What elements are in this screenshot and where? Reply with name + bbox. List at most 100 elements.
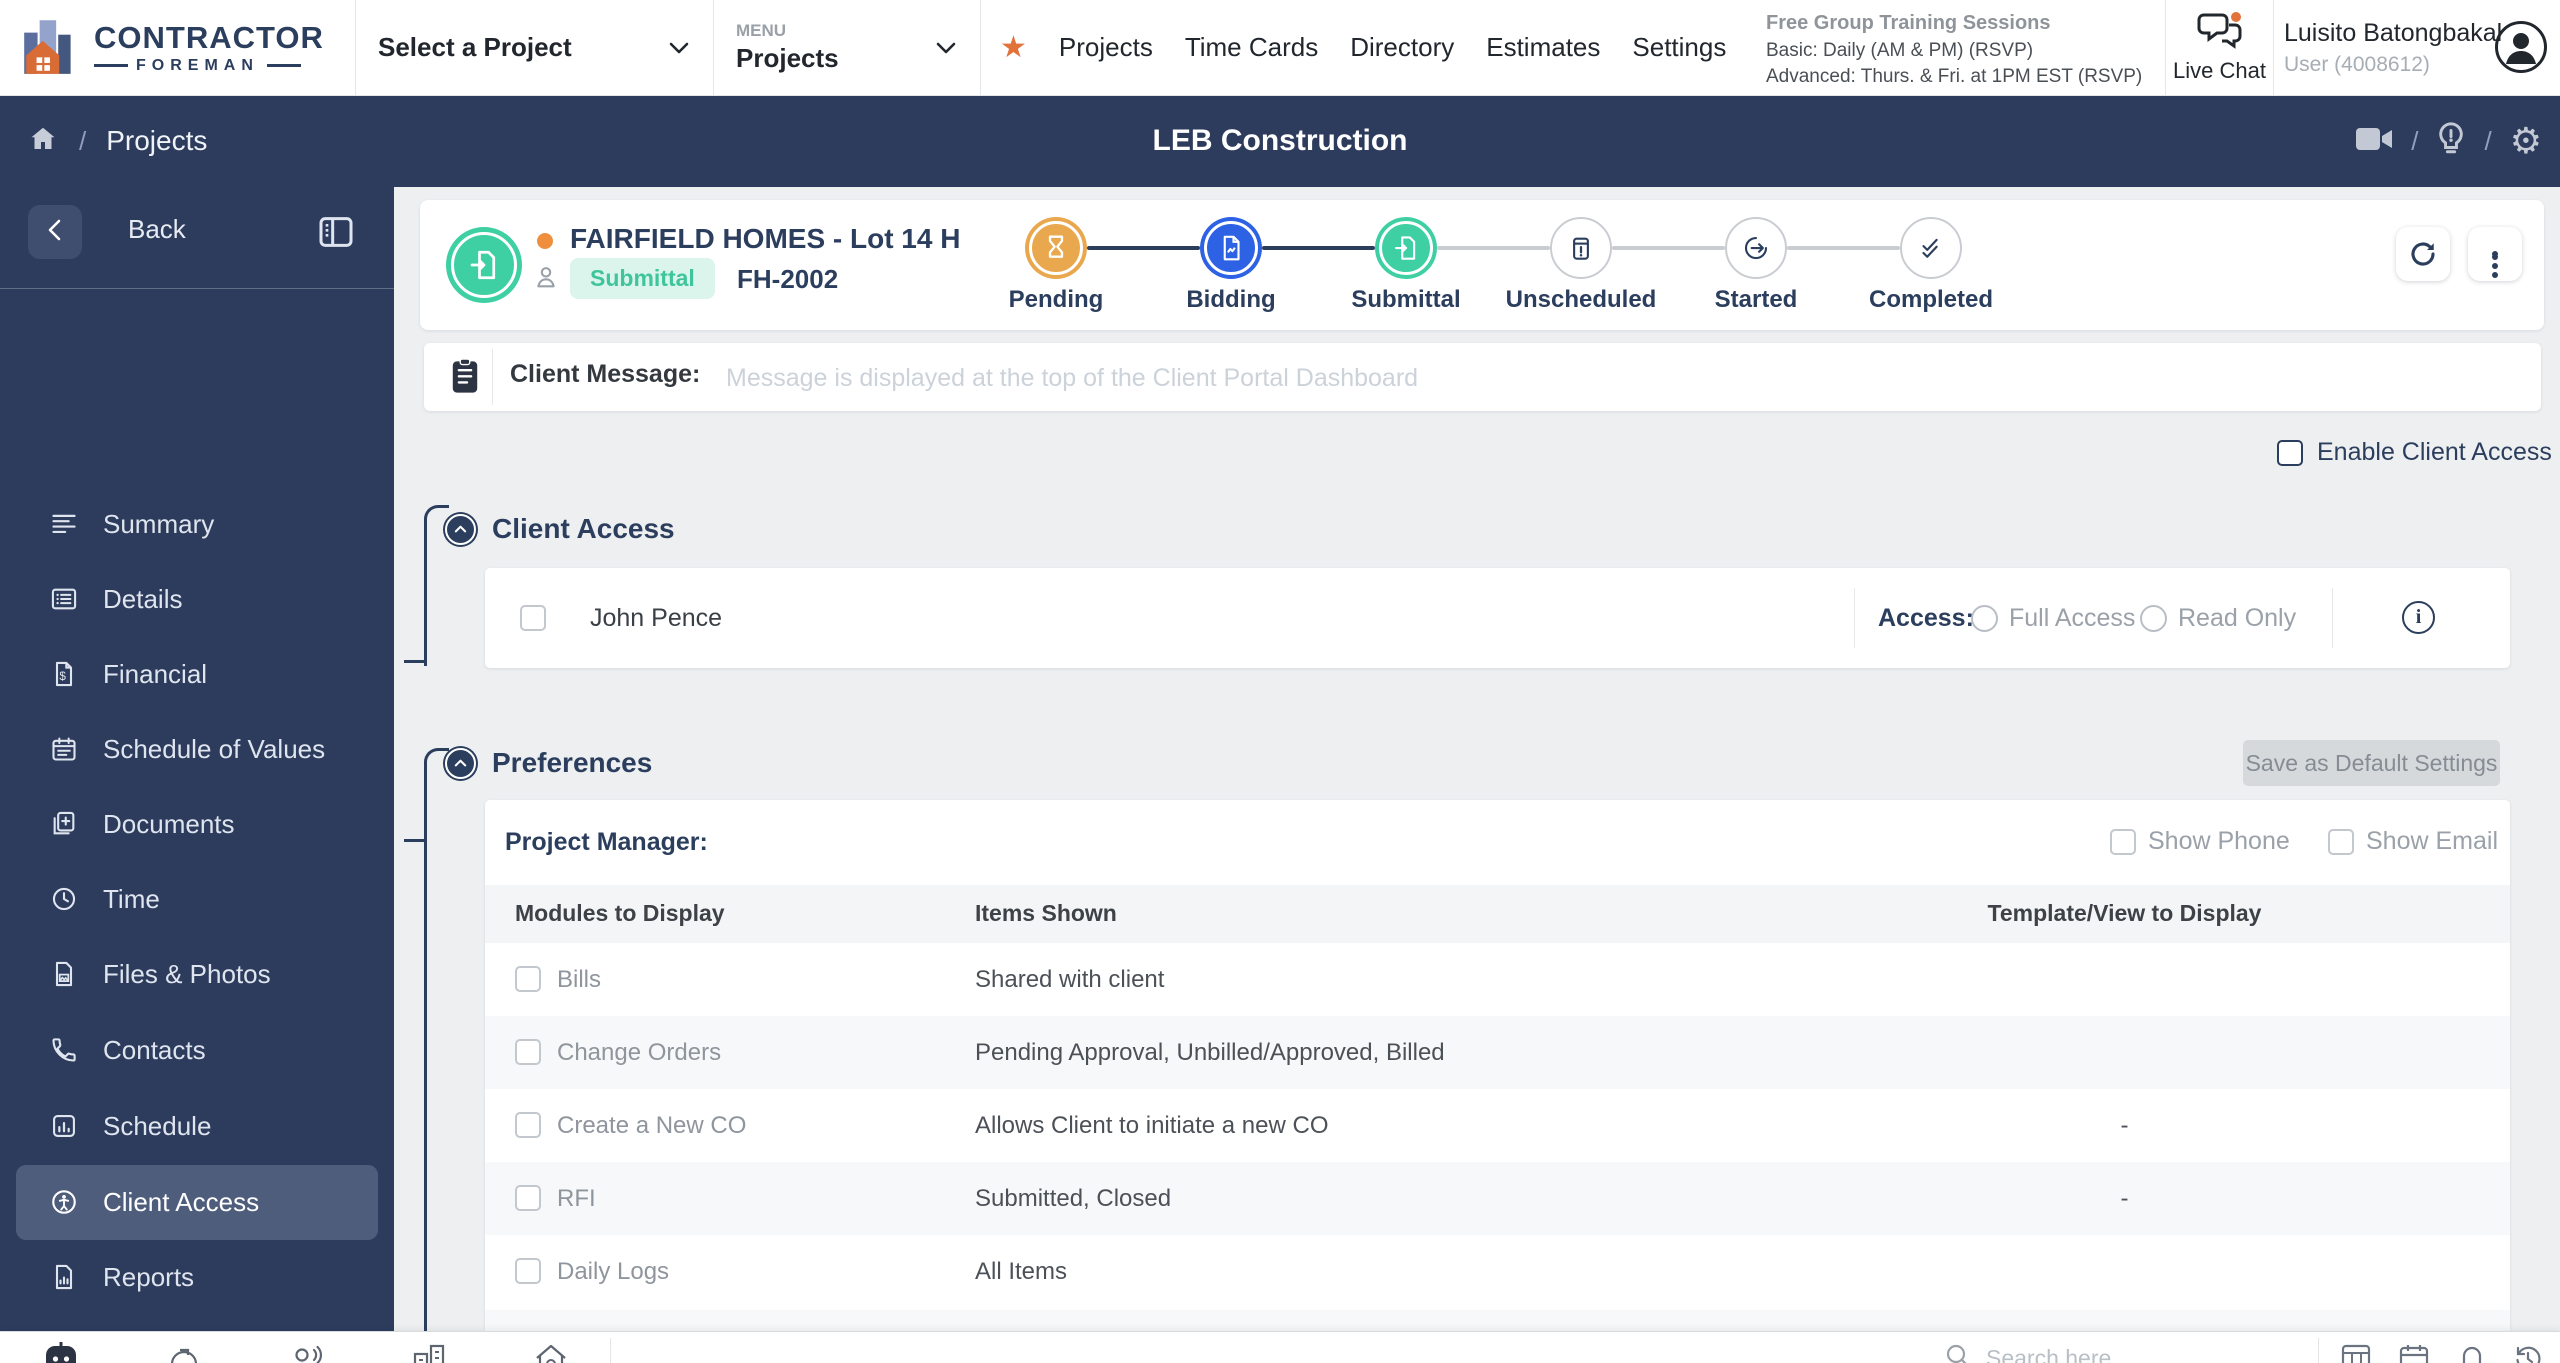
sidebar-item-summary[interactable]: Summary — [0, 487, 394, 562]
nav-settings[interactable]: Settings — [1616, 32, 1742, 63]
save-default-settings-button[interactable]: Save as Default Settings — [2243, 740, 2500, 786]
icon-separator: / — [2411, 125, 2419, 156]
summary-icon — [50, 510, 78, 538]
favorite-star-icon[interactable]: ★ — [1000, 32, 1027, 63]
menu-value: Projects — [736, 42, 839, 73]
nav-estimates[interactable]: Estimates — [1470, 32, 1616, 63]
started-status-button[interactable] — [1725, 217, 1787, 279]
sidebar-item-label: Time — [103, 884, 160, 914]
calendar-alert-icon — [1573, 237, 1589, 260]
nav-time-cards[interactable]: Time Cards — [1169, 32, 1334, 63]
person-checkbox[interactable] — [520, 605, 546, 631]
training-banner[interactable]: Free Group Training Sessions Basic: Dail… — [1766, 10, 2146, 90]
bar-chart-icon — [50, 1112, 78, 1140]
section-tick — [404, 660, 424, 663]
show-phone-checkbox[interactable] — [2110, 828, 2136, 855]
breadcrumb-separator: / — [79, 125, 87, 156]
video-icon[interactable] — [2355, 125, 2393, 158]
sidebar-item-contacts[interactable]: Contacts — [0, 1013, 394, 1088]
enable-client-access-checkbox[interactable] — [2277, 439, 2303, 466]
sidebar-item-time[interactable]: Time — [0, 862, 394, 937]
sidebar-item-schedule[interactable]: Schedule — [0, 1089, 394, 1164]
report-icon — [50, 1263, 78, 1291]
daily-logs-checkbox[interactable] — [515, 1258, 541, 1284]
show-phone-label: Show Phone — [2148, 827, 2290, 855]
avatar[interactable] — [2494, 20, 2548, 74]
pending-status-button[interactable] — [1025, 217, 1087, 279]
chevron-left-icon — [44, 217, 66, 248]
divider — [0, 288, 394, 289]
sidebar-item-documents[interactable]: Documents — [0, 787, 394, 862]
buildings-icon[interactable] — [410, 1340, 448, 1363]
live-chat-button[interactable]: Live Chat — [2166, 0, 2273, 95]
collapse-icon[interactable] — [445, 747, 476, 779]
menu-selector-text: MENU Projects — [736, 21, 839, 73]
financial-icon: $ — [50, 660, 78, 688]
collapse-icon[interactable] — [445, 513, 476, 545]
collapse-sidebar-icon[interactable] — [316, 212, 356, 252]
user-menu[interactable]: Luisito Batongbakal User (4008612) — [2284, 18, 2502, 77]
pipeline-connector — [1087, 246, 1200, 250]
hard-hat-icon[interactable] — [165, 1340, 203, 1363]
sidebar-item-details[interactable]: Details — [0, 562, 394, 637]
nav-directory[interactable]: Directory — [1334, 32, 1470, 63]
page-title-bar: / Projects LEB Construction / / ⚙ — [0, 95, 2560, 187]
show-email-checkbox[interactable] — [2328, 828, 2354, 855]
client-message-input[interactable] — [724, 357, 2478, 399]
project-selector-label: Select a Project — [378, 32, 572, 62]
bottom-toolbar — [0, 1331, 2560, 1363]
history-icon[interactable] — [2512, 1342, 2550, 1363]
gear-icon[interactable]: ⚙ — [2510, 123, 2542, 159]
calendar-icon — [50, 735, 78, 763]
sidebar-item-files-photos[interactable]: Files & Photos — [0, 937, 394, 1012]
assistant-chat-icon[interactable] — [42, 1340, 80, 1363]
schedule-board-icon[interactable] — [2340, 1342, 2378, 1363]
notepad-icon — [448, 358, 482, 396]
show-email-option: Show Email — [2328, 827, 2498, 856]
pipeline-connector — [1437, 246, 1550, 250]
calendar-icon[interactable] — [2398, 1342, 2436, 1363]
chevron-down-icon — [934, 36, 958, 60]
submittal-status-button[interactable] — [1375, 217, 1437, 279]
bills-checkbox[interactable] — [515, 966, 541, 992]
person-voice-icon[interactable] — [287, 1340, 325, 1363]
refresh-button[interactable] — [2396, 227, 2450, 281]
sidebar-item-financial[interactable]: $ Financial — [0, 637, 394, 712]
create-new-co-checkbox[interactable] — [515, 1112, 541, 1138]
divider — [610, 1338, 611, 1363]
more-options-button[interactable] — [2468, 227, 2522, 281]
search-input[interactable] — [1984, 1340, 2288, 1363]
completed-status-button[interactable] — [1900, 217, 1962, 279]
divider — [1854, 588, 1855, 648]
rfi-checkbox[interactable] — [515, 1185, 541, 1211]
nav-projects[interactable]: Projects — [1043, 32, 1169, 63]
unscheduled-status-button[interactable] — [1550, 217, 1612, 279]
home-icon[interactable] — [27, 124, 59, 159]
status-badge: Submittal — [570, 258, 715, 299]
full-access-radio[interactable] — [1971, 605, 1998, 632]
show-email-label: Show Email — [2366, 827, 2498, 855]
change-orders-checkbox[interactable] — [515, 1039, 541, 1065]
home-tools-icon[interactable] — [532, 1340, 570, 1363]
sidebar-item-client-access[interactable]: Client Access — [16, 1165, 378, 1240]
lightbulb-icon[interactable] — [2436, 121, 2466, 161]
sidebar-item-reports[interactable]: Reports — [0, 1240, 394, 1315]
breadcrumb-projects[interactable]: Projects — [106, 125, 207, 157]
back-button[interactable] — [28, 205, 82, 259]
sidebar-item-label: Financial — [103, 659, 208, 689]
project-selector[interactable]: Select a Project — [355, 0, 714, 95]
menu-selector[interactable]: MENU Projects — [714, 0, 981, 95]
sidebar-item-schedule-of-values[interactable]: Schedule of Values — [0, 712, 394, 787]
bell-icon[interactable] — [2456, 1342, 2494, 1363]
bidding-status-button[interactable] — [1200, 217, 1262, 279]
info-icon[interactable]: i — [2402, 601, 2435, 634]
enable-client-access: Enable Client Access — [2277, 438, 2552, 467]
training-title: Free Group Training Sessions — [1766, 12, 2051, 34]
sidebar-item-label: Details — [103, 584, 183, 614]
read-only-radio[interactable] — [2140, 605, 2167, 632]
app-logo[interactable]: CONTRACTOR FOREMAN — [18, 12, 324, 83]
title-bar-actions: / / ⚙ — [2355, 95, 2542, 187]
submit-document-icon — [1394, 236, 1416, 260]
documents-icon — [50, 810, 78, 838]
preferences-section-title: Preferences — [492, 747, 653, 778]
